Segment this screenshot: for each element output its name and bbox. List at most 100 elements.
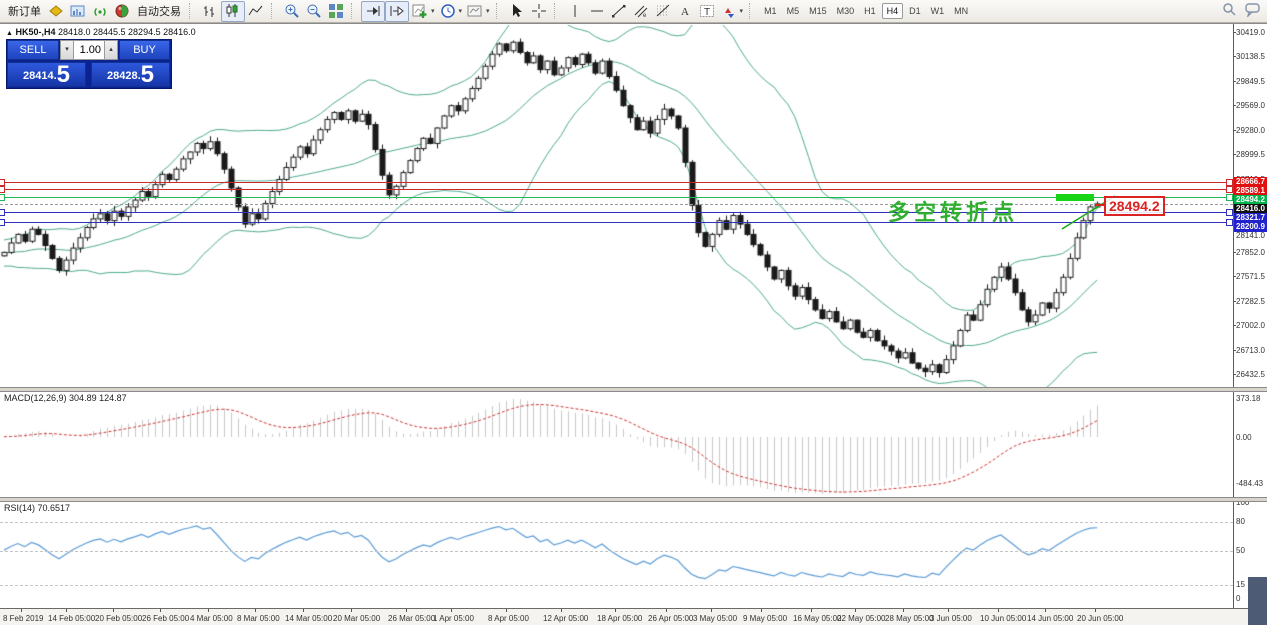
price-level-tag: 28200.9 xyxy=(1234,222,1267,232)
price-tick-label: 26713.0 xyxy=(1236,346,1265,355)
time-tick-mark xyxy=(351,609,352,612)
price-axis-border xyxy=(1233,24,1234,608)
search-icon[interactable] xyxy=(1222,2,1237,22)
gold-icon[interactable] xyxy=(45,2,67,21)
tab-timeframe-h4[interactable]: H4 xyxy=(882,3,904,19)
vertical-line-tool-icon[interactable] xyxy=(564,2,586,21)
arrows-dropdown-icon[interactable]: ▾ xyxy=(740,7,744,15)
templates-icon[interactable] xyxy=(464,2,486,21)
bar-chart-icon[interactable] xyxy=(199,2,221,21)
time-tick-label: 4 Mar 05:00 xyxy=(190,614,233,623)
time-tick-mark xyxy=(811,609,812,612)
signal-icon[interactable] xyxy=(89,2,111,21)
rsi-axis-label: 15 xyxy=(1236,580,1245,589)
horizontal-line-object[interactable] xyxy=(0,212,1233,213)
zoom-out-icon[interactable] xyxy=(303,2,325,21)
mt4-window: 新订单 自动交易 ▾ ▾ ▾ e A T ▾ M xyxy=(0,0,1267,625)
horizontal-line-object[interactable] xyxy=(0,189,1233,190)
channel-tool-icon[interactable]: e xyxy=(630,2,652,21)
horizontal-line-object[interactable] xyxy=(0,222,1233,223)
price-tick-label: 27282.5 xyxy=(1236,297,1265,306)
indicators-dropdown-icon[interactable]: ▾ xyxy=(431,7,435,15)
chat-icon[interactable] xyxy=(1245,2,1261,22)
time-axis[interactable]: 8 Feb 201914 Feb 05:0020 Feb 05:0026 Feb… xyxy=(0,608,1267,625)
horizontal-line-object[interactable] xyxy=(0,197,1233,198)
market-watch-icon[interactable] xyxy=(67,2,89,21)
buy-price-display[interactable]: 28428. 5 xyxy=(91,62,170,87)
indicators-icon[interactable] xyxy=(409,2,431,21)
line-handle[interactable] xyxy=(1226,219,1233,226)
auto-scroll-icon[interactable] xyxy=(361,1,385,22)
chart-shift-icon[interactable] xyxy=(385,1,409,22)
line-handle[interactable] xyxy=(0,194,5,201)
tab-timeframe-m15[interactable]: M15 xyxy=(805,4,831,18)
separator xyxy=(496,3,502,19)
candlestick-chart-icon[interactable] xyxy=(221,1,245,22)
rsi-axis-label: 0 xyxy=(1236,594,1240,603)
volume-decrease-button[interactable]: ▾ xyxy=(60,40,74,60)
line-handle[interactable] xyxy=(1226,186,1233,193)
sell-button[interactable]: SELL xyxy=(7,40,59,60)
tab-timeframe-d1[interactable]: D1 xyxy=(905,4,925,18)
text-label-tool-icon[interactable]: T xyxy=(696,2,718,21)
arrows-tool-icon[interactable] xyxy=(718,2,740,21)
line-handle[interactable] xyxy=(0,186,5,193)
svg-text:A: A xyxy=(681,6,689,18)
horizontal-line-tool-icon[interactable] xyxy=(586,2,608,21)
pane-divider[interactable] xyxy=(0,387,1267,392)
trendline-tool-icon[interactable] xyxy=(608,2,630,21)
zoom-in-icon[interactable] xyxy=(281,2,303,21)
price-tick-label: 29280.0 xyxy=(1236,126,1265,135)
fibonacci-tool-icon[interactable] xyxy=(652,2,674,21)
autotrading-icon[interactable] xyxy=(111,2,133,21)
separator xyxy=(749,3,755,19)
volume-increase-button[interactable]: ▴ xyxy=(104,40,118,60)
sell-price-display[interactable]: 28414. 5 xyxy=(7,62,86,87)
line-handle[interactable] xyxy=(1226,194,1233,201)
pane-divider[interactable] xyxy=(0,497,1267,502)
tab-timeframe-w1[interactable]: W1 xyxy=(927,4,949,18)
price-tick-label: 27571.5 xyxy=(1236,272,1265,281)
tab-timeframe-m30[interactable]: M30 xyxy=(833,4,859,18)
tab-timeframe-m1[interactable]: M1 xyxy=(760,4,781,18)
time-tick-mark xyxy=(506,609,507,612)
time-tick-mark xyxy=(561,609,562,612)
time-tick-label: 20 Jun 05:00 xyxy=(1077,614,1123,623)
text-tool-icon[interactable]: A xyxy=(674,2,696,21)
tab-timeframe-m5[interactable]: M5 xyxy=(783,4,804,18)
time-tick-label: 26 Apr 05:00 xyxy=(648,614,693,623)
time-tick-mark xyxy=(255,609,256,612)
sell-price-main: 28414. xyxy=(23,66,57,86)
price-tick-label: 30419.0 xyxy=(1236,28,1265,37)
buy-price-main: 28428. xyxy=(107,66,141,86)
time-tick-label: 3 May 05:00 xyxy=(693,614,737,623)
macd-axis-label: -484.43 xyxy=(1236,479,1263,488)
periods-dropdown-icon[interactable]: ▾ xyxy=(459,7,463,15)
price-tick-label: 29849.5 xyxy=(1236,77,1265,86)
horizontal-line-object[interactable] xyxy=(0,182,1233,183)
crosshair-icon[interactable] xyxy=(528,2,550,21)
tab-timeframe-mn[interactable]: MN xyxy=(950,4,972,18)
collapse-panel-icon[interactable]: ▲ xyxy=(6,30,13,37)
periods-clock-icon[interactable] xyxy=(437,2,459,21)
turning-point-annotation[interactable]: 多空转折点 xyxy=(888,195,1018,227)
time-tick-label: 8 Mar 05:00 xyxy=(237,614,280,623)
templates-dropdown-icon[interactable]: ▾ xyxy=(486,7,490,15)
time-tick-mark xyxy=(666,609,667,612)
chart-canvas[interactable] xyxy=(0,24,1267,625)
line-chart-icon[interactable] xyxy=(245,2,267,21)
buy-button[interactable]: BUY xyxy=(119,40,170,60)
line-handle[interactable] xyxy=(0,209,5,216)
price-tick-label: 26432.5 xyxy=(1236,370,1265,379)
line-handle[interactable] xyxy=(0,219,5,226)
tile-windows-icon[interactable] xyxy=(325,2,347,21)
tab-timeframe-h1[interactable]: H1 xyxy=(860,4,880,18)
cursor-icon[interactable] xyxy=(506,2,528,21)
time-tick-label: 1 Apr 05:00 xyxy=(433,614,474,623)
price-tag-label[interactable]: 28494.2 xyxy=(1104,196,1165,216)
autotrading-button[interactable]: 自动交易 xyxy=(133,3,185,19)
volume-input[interactable] xyxy=(74,40,104,60)
new-order-button[interactable]: 新订单 xyxy=(4,3,45,19)
time-tick-label: 18 Apr 05:00 xyxy=(597,614,642,623)
line-handle[interactable] xyxy=(1226,209,1233,216)
